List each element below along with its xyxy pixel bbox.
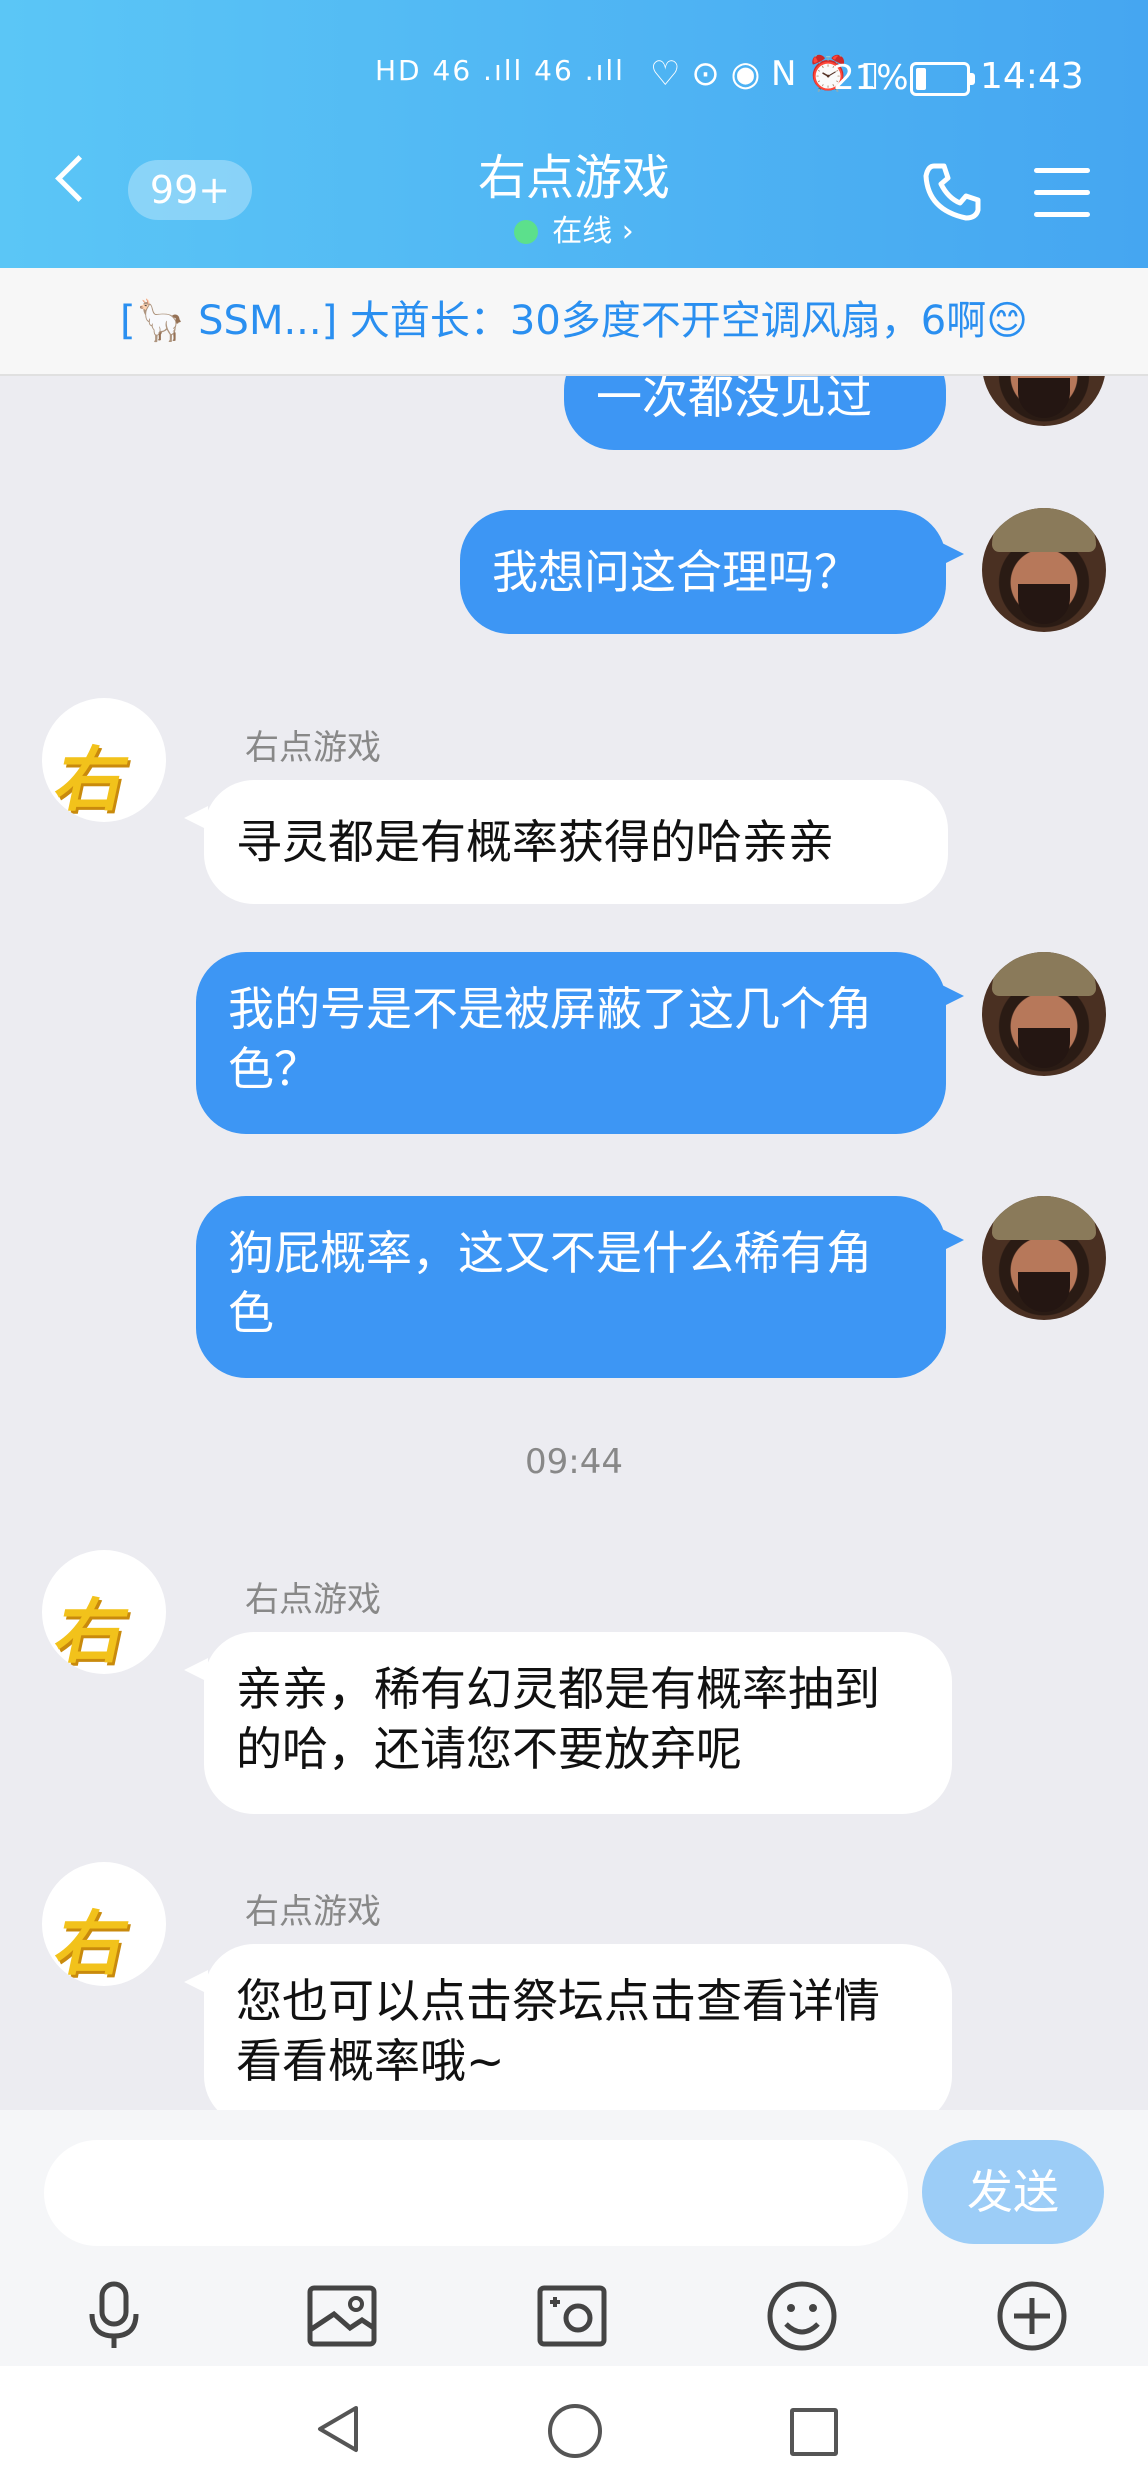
battery-fill	[916, 68, 926, 90]
recent-square-icon[interactable]	[790, 2408, 838, 2456]
sender-name: 右点游戏	[245, 728, 381, 768]
outgoing-bubble[interactable]: 狗屁概率，这又不是什么稀有角色	[196, 1196, 946, 1378]
outgoing-bubble[interactable]: 我的号是不是被屏蔽了这几个角色？	[196, 952, 946, 1134]
composer-bar: 发送	[0, 2110, 1148, 2366]
announcement-banner[interactable]: [🦙 SSM...] 大酋长：30多度不开空调风扇，6啊😊	[0, 268, 1148, 376]
image-icon[interactable]	[304, 2278, 380, 2354]
sender-name: 右点游戏	[245, 1580, 381, 1620]
online-status-label: 在线 ›	[552, 214, 634, 249]
back-triangle-icon[interactable]	[312, 2402, 366, 2456]
sender-name: 右点游戏	[245, 1892, 381, 1932]
hamburger-menu-icon[interactable]	[1034, 168, 1090, 218]
bot-avatar[interactable]: 右	[42, 1550, 166, 1674]
battery-percent: 21%	[833, 58, 909, 98]
clock: 14:43	[980, 56, 1084, 97]
brand-logo-icon: 右	[48, 1902, 136, 1985]
my-avatar[interactable]	[982, 374, 1106, 426]
status-bar: HD 46 .ıll 46 .ıll ♡ ⊙ ◉ N ⏰ ▯ 21% 14:43	[0, 50, 1148, 106]
my-avatar[interactable]	[982, 508, 1106, 632]
chat-header: HD 46 .ıll 46 .ıll ♡ ⊙ ◉ N ⏰ ▯ 21% 14:43…	[0, 0, 1148, 268]
my-avatar[interactable]	[982, 1196, 1106, 1320]
outgoing-bubble[interactable]: 一次都没见过	[564, 374, 946, 450]
message-timestamp: 09:44	[525, 1442, 623, 1482]
message-list[interactable]: 一次都没见过 我想问这合理吗？ 右 右点游戏 寻灵都是有概率获得的哈亲亲 我的号…	[0, 374, 1148, 2110]
my-avatar[interactable]	[982, 952, 1106, 1076]
outgoing-bubble[interactable]: 我想问这合理吗？	[460, 510, 946, 634]
incoming-bubble[interactable]: 寻灵都是有概率获得的哈亲亲	[204, 780, 948, 904]
message-input[interactable]	[44, 2140, 908, 2246]
home-circle-icon[interactable]	[548, 2404, 602, 2458]
system-nav-bar	[0, 2366, 1148, 2492]
emoji-icon[interactable]	[764, 2278, 840, 2354]
incoming-bubble[interactable]: 亲亲，稀有幻灵都是有概率抽到的哈，还请您不要放弃呢	[204, 1632, 952, 1814]
send-button[interactable]: 发送	[922, 2140, 1104, 2244]
battery-icon	[910, 62, 975, 96]
online-dot-icon	[514, 220, 539, 244]
microphone-icon[interactable]	[76, 2278, 152, 2354]
brand-logo-icon: 右	[48, 738, 136, 821]
phone-icon[interactable]	[920, 160, 984, 224]
incoming-bubble[interactable]: 您也可以点击祭坛点击查看详情看看概率哦~	[204, 1944, 952, 2110]
camera-icon[interactable]	[534, 2278, 610, 2354]
bot-avatar[interactable]: 右	[42, 698, 166, 822]
signal-indicator: HD 46 .ıll 46 .ıll	[375, 54, 625, 87]
brand-logo-icon: 右	[48, 1590, 136, 1673]
plus-icon[interactable]	[994, 2278, 1070, 2354]
bot-avatar[interactable]: 右	[42, 1862, 166, 1986]
